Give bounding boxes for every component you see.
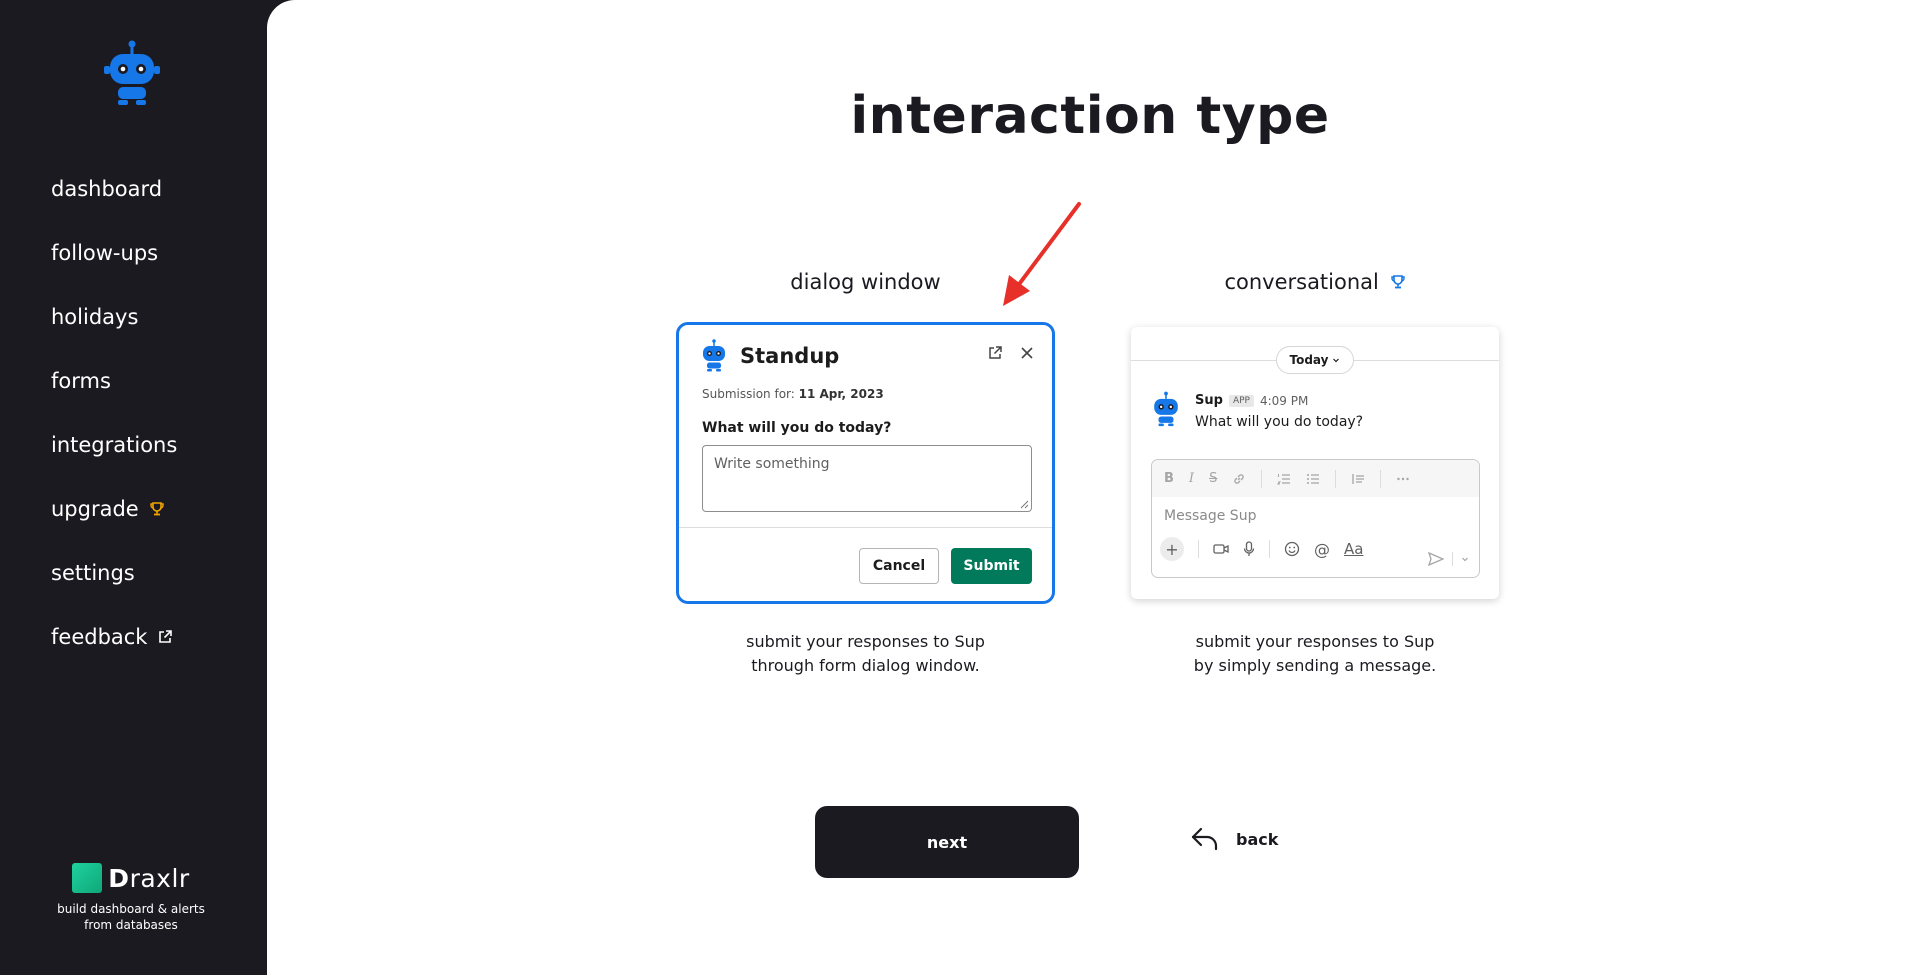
dialog-title: Standup	[740, 343, 840, 368]
sidebar-nav: dashboard follow-ups holidays forms inte…	[51, 157, 177, 669]
cancel-button-preview: Cancel	[859, 548, 939, 584]
bulleted-list-icon	[1307, 473, 1320, 484]
message-time: 4:09 PM	[1259, 393, 1309, 408]
trophy-icon	[150, 502, 164, 516]
back-arrow-icon	[1191, 827, 1218, 851]
sidebar-item-label: integrations	[51, 433, 178, 457]
conversational-option[interactable]: Today Sup APP 4:09 PM What will you do t…	[1131, 327, 1499, 599]
sidebar-item-label: follow-ups	[51, 241, 159, 265]
message-composer-preview: B I S Message Sup + @ Aa	[1151, 459, 1480, 578]
sidebar-item-label: holidays	[51, 305, 139, 329]
draxlr-logo-icon	[72, 863, 103, 893]
emoji-icon	[1284, 541, 1300, 557]
composer-placeholder: Message Sup	[1164, 508, 1257, 524]
sidebar-item-label: dashboard	[51, 177, 163, 201]
text-format-icon: Aa	[1344, 540, 1364, 558]
chevron-down-icon	[1462, 557, 1468, 562]
send-icon	[1428, 552, 1444, 566]
chevron-down-icon	[1333, 358, 1340, 363]
format-toolbar: B I S	[1152, 460, 1479, 497]
resize-handle-icon	[1020, 500, 1029, 509]
blockquote-icon	[1352, 473, 1365, 484]
submit-button-preview: Submit	[951, 548, 1032, 584]
brand-name: Draxlr	[108, 863, 190, 893]
toolbar-separator	[1452, 552, 1453, 566]
ordered-list-icon	[1277, 473, 1291, 484]
trophy-icon	[1390, 275, 1405, 289]
submission-date: Submission for: 11 Apr, 2023	[702, 387, 884, 401]
link-icon	[1234, 473, 1245, 484]
option-label-conversational: conversational	[1131, 270, 1499, 294]
send-group	[1428, 552, 1469, 566]
sidebar-item-label: settings	[51, 561, 135, 585]
dialog-window-option[interactable]: Standup Submission for: 11 Apr, 2023 Wha…	[676, 322, 1055, 604]
sidebar: dashboard follow-ups holidays forms inte…	[0, 0, 267, 975]
app-badge: APP	[1228, 394, 1254, 407]
plus-icon: +	[1160, 537, 1184, 561]
video-icon	[1213, 544, 1229, 554]
option-desc-conversational: submit your responses to Sup by simply s…	[1193, 632, 1437, 675]
message-text: What will you do today?	[1195, 414, 1364, 430]
more-icon	[1397, 477, 1410, 480]
sidebar-item-label: feedback	[51, 625, 148, 649]
bold-icon: B	[1164, 471, 1174, 486]
sidebar-item-follow-ups[interactable]: follow-ups	[51, 221, 177, 285]
back-label: back	[1236, 829, 1279, 849]
option-label-dialog: dialog window	[790, 270, 941, 294]
toolbar-separator	[1269, 540, 1270, 558]
robot-avatar-icon	[1154, 391, 1178, 427]
strikethrough-icon: S	[1209, 471, 1218, 486]
sidebar-item-holidays[interactable]: holidays	[51, 285, 177, 349]
brand-tagline: build dashboard & alerts from databases	[57, 902, 205, 932]
today-pill: Today	[1276, 346, 1354, 374]
external-link-icon	[989, 346, 1002, 359]
sidebar-item-label: upgrade	[51, 497, 139, 521]
option-desc-dialog: submit your responses to Sup through for…	[746, 632, 985, 675]
toolbar-separator	[1335, 469, 1337, 488]
toolbar-separator	[1198, 540, 1199, 558]
external-link-icon	[159, 630, 173, 643]
dialog-question: What will you do today?	[702, 420, 892, 436]
sidebar-item-label: forms	[51, 369, 111, 393]
robot-avatar-icon	[703, 339, 725, 372]
close-icon	[1021, 347, 1033, 359]
draxlr-brand[interactable]: Draxlr build dashboard & alerts from dat…	[0, 863, 262, 933]
next-button[interactable]: next	[815, 806, 1079, 878]
toolbar-separator	[1380, 469, 1382, 488]
page-title: interaction type	[850, 86, 1330, 146]
brand-row: Draxlr	[0, 863, 262, 893]
answer-textarea-preview: Write something	[702, 445, 1032, 512]
dialog-divider	[679, 527, 1052, 528]
main-panel: interaction type dialog window Standup S…	[267, 0, 1913, 975]
sidebar-item-settings[interactable]: settings	[51, 541, 177, 605]
message-sender: Sup APP 4:09 PM	[1195, 393, 1309, 408]
microphone-icon	[1243, 541, 1255, 556]
sidebar-item-integrations[interactable]: integrations	[51, 413, 177, 477]
sidebar-item-feedback[interactable]: feedback	[51, 605, 177, 669]
toolbar-separator	[1261, 469, 1263, 488]
sidebar-item-dashboard[interactable]: dashboard	[51, 157, 177, 221]
back-button[interactable]: back	[1190, 826, 1278, 852]
italic-icon: I	[1188, 471, 1195, 486]
dialog-header: Standup	[700, 339, 839, 372]
mention-icon: @	[1314, 539, 1330, 559]
sidebar-item-forms[interactable]: forms	[51, 349, 177, 413]
sidebar-item-upgrade[interactable]: upgrade	[51, 477, 177, 541]
robot-logo-icon[interactable]	[104, 40, 160, 106]
